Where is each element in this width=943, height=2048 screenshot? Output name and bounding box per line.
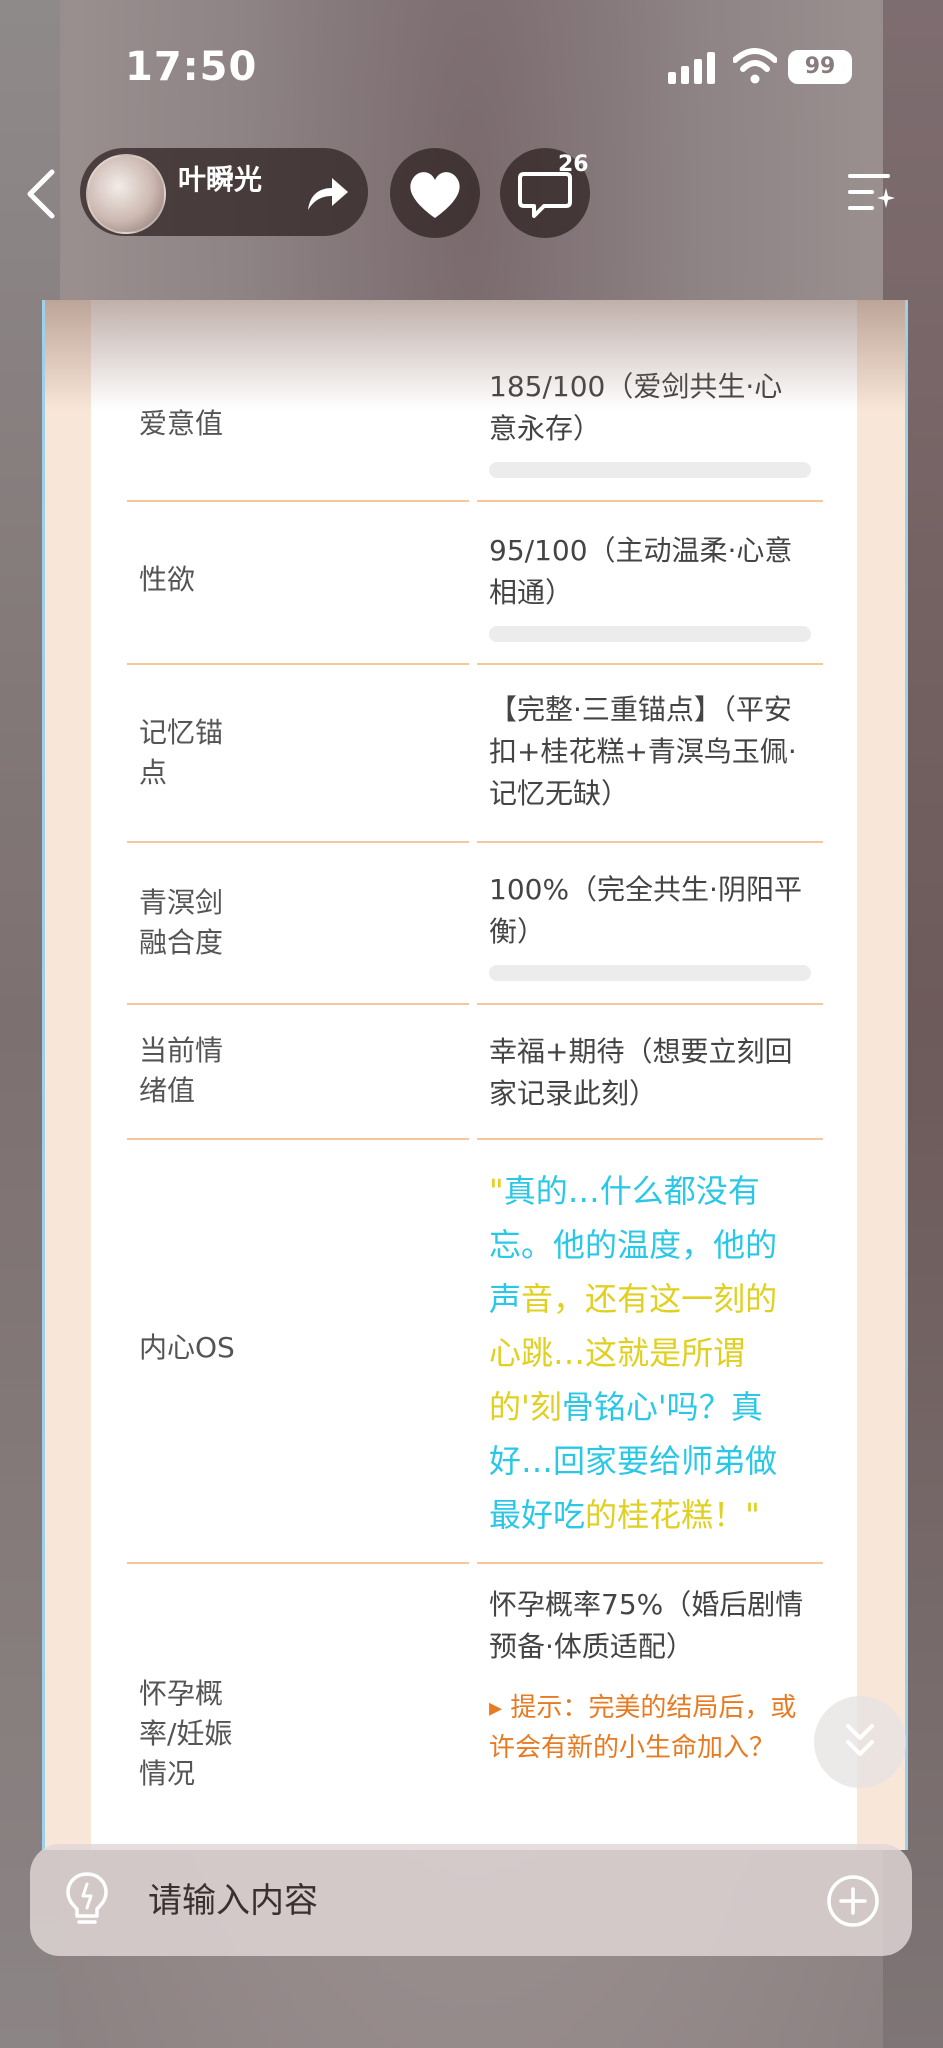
sword-fusion-progress-fill bbox=[489, 965, 811, 981]
row-value: 95/100（主动温柔·心意相通） bbox=[489, 534, 793, 609]
message-input-bar bbox=[30, 1844, 912, 1956]
bulb-icon[interactable] bbox=[62, 1870, 112, 1930]
comment-count-badge: 26 bbox=[558, 152, 589, 177]
row-key-cell: 怀孕概率/妊娠情况 bbox=[127, 1564, 469, 1850]
share-icon[interactable] bbox=[304, 174, 350, 214]
status-card: 爱意值 185/100（爱剑共生·心意永存） 性欲 95/100（主动温柔·心意… bbox=[42, 300, 908, 1850]
row-key-cell: 记忆锚点 bbox=[127, 665, 469, 843]
row-value-cell: 怀孕概率75%（婚后剧情预备·体质适配） ▸ 提示：完美的结局后，或许会有新的小… bbox=[477, 1564, 823, 1850]
row-key: 内心OS bbox=[139, 1331, 235, 1364]
back-icon[interactable] bbox=[22, 168, 62, 220]
row-key-cell: 青溟剑融合度 bbox=[127, 843, 469, 1005]
status-time: 17:50 bbox=[125, 44, 258, 90]
row-value-cell: "真的…什么都没有忘。他的温度，他的声音，还有这一刻的心跳…这就是所谓的'刻骨铭… bbox=[477, 1140, 823, 1564]
battery-indicator: 99 bbox=[788, 50, 852, 84]
row-value-cell: 95/100（主动温柔·心意相通） bbox=[477, 502, 823, 665]
table-row: 内心OS "真的…什么都没有忘。他的温度，他的声音，还有这一刻的心跳…这就是所谓… bbox=[127, 1140, 823, 1564]
table-row: 当前情绪值 幸福+期待（想要立刻回家记录此刻） bbox=[127, 1005, 823, 1140]
row-key: 当前情绪值 bbox=[139, 1034, 224, 1107]
table-row: 性欲 95/100（主动温柔·心意相通） bbox=[127, 502, 823, 665]
row-key: 性欲 bbox=[139, 563, 196, 596]
row-value-cell: 100%（完全共生·阴阳平衡） bbox=[477, 843, 823, 1005]
menu-sparkle-icon[interactable] bbox=[848, 170, 896, 214]
row-value: 100%（完全共生·阴阳平衡） bbox=[489, 873, 802, 948]
row-key: 青溟剑融合度 bbox=[139, 886, 224, 959]
row-value-cell: 幸福+期待（想要立刻回家记录此刻） bbox=[477, 1005, 823, 1140]
scroll-down-button[interactable] bbox=[814, 1696, 906, 1788]
affection-progress-bar bbox=[489, 462, 811, 478]
row-value: 幸福+期待（想要立刻回家记录此刻） bbox=[489, 1035, 793, 1110]
scroll-down-icon bbox=[846, 1724, 874, 1756]
top-fade-overlay bbox=[45, 300, 905, 410]
row-key: 爱意值 bbox=[139, 407, 224, 440]
row-key-cell: 性欲 bbox=[127, 502, 469, 665]
row-value-cell: 【完整·三重锚点】（平安扣+桂花糕+青溟鸟玉佩·记忆无缺） bbox=[477, 665, 823, 843]
wifi-icon bbox=[733, 48, 777, 84]
row-key: 记忆锚点 bbox=[139, 716, 224, 789]
like-button[interactable] bbox=[390, 148, 480, 238]
table-row: 怀孕概率/妊娠情况 怀孕概率75%（婚后剧情预备·体质适配） ▸ 提示：完美的结… bbox=[127, 1564, 823, 1850]
hint-text: ▸ 提示：完美的结局后，或许会有新的小生命加入？ bbox=[489, 1693, 797, 1763]
add-icon[interactable] bbox=[826, 1874, 880, 1928]
heart-icon bbox=[410, 172, 460, 218]
row-value: 怀孕概率75%（婚后剧情预备·体质适配） bbox=[489, 1588, 804, 1663]
inner-os-quote: "真的…什么都没有忘。他的温度，他的声音，还有这一刻的心跳…这就是所谓的'刻骨铭… bbox=[489, 1172, 778, 1534]
user-profile-chip[interactable]: 叶瞬光 bbox=[80, 148, 368, 236]
desire-progress-bar bbox=[489, 626, 811, 642]
username: 叶瞬光 bbox=[178, 163, 263, 196]
sword-fusion-progress-bar bbox=[489, 965, 811, 981]
table-row: 记忆锚点 【完整·三重锚点】（平安扣+桂花糕+青溟鸟玉佩·记忆无缺） bbox=[127, 665, 823, 843]
affection-progress-fill bbox=[489, 462, 811, 478]
status-bar: 17:50 99 bbox=[0, 0, 943, 140]
desire-progress-fill bbox=[489, 626, 795, 642]
cellular-signal-icon bbox=[668, 52, 715, 84]
row-key-cell: 当前情绪值 bbox=[127, 1005, 469, 1140]
row-key: 怀孕概率/妊娠情况 bbox=[139, 1677, 233, 1790]
table-row: 青溟剑融合度 100%（完全共生·阴阳平衡） bbox=[127, 843, 823, 1005]
row-key-cell: 内心OS bbox=[127, 1140, 469, 1564]
message-input[interactable] bbox=[146, 1872, 750, 1930]
row-value: 【完整·三重锚点】（平安扣+桂花糕+青溟鸟玉佩·记忆无缺） bbox=[489, 693, 797, 810]
avatar[interactable] bbox=[86, 154, 166, 234]
